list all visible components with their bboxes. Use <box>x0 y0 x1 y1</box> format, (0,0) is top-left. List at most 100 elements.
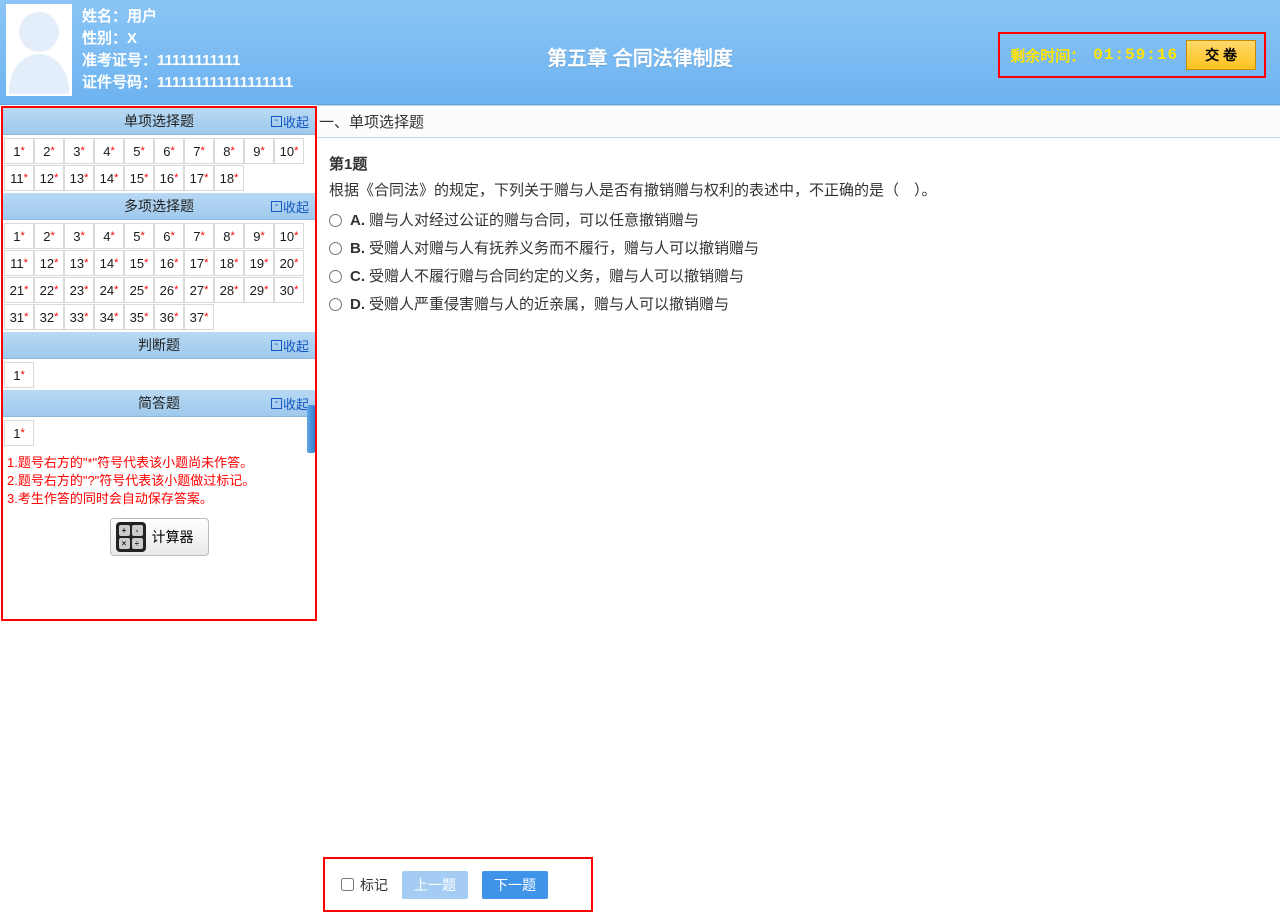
question-cell[interactable]: 14* <box>94 250 124 276</box>
question-cell[interactable]: 12* <box>34 250 64 276</box>
question-cell[interactable]: 7* <box>184 138 214 164</box>
calculator-label: 计算器 <box>152 527 194 547</box>
question-cell[interactable]: 1* <box>4 223 34 249</box>
qgrid-multi: 1*2*3*4*5*6*7*8*9*10*11*12*13*14*15*16*1… <box>3 220 315 332</box>
question-cell[interactable]: 25* <box>124 277 154 303</box>
question-cell[interactable]: 11* <box>4 165 34 191</box>
question-cell[interactable]: 3* <box>64 223 94 249</box>
ticket-value: 11111111111 <box>157 52 241 69</box>
question-cell[interactable]: 30* <box>274 277 304 303</box>
question-cell[interactable]: 22* <box>34 277 64 303</box>
question-cell[interactable]: 4* <box>94 138 124 164</box>
question-cell[interactable]: 10* <box>274 223 304 249</box>
question-cell[interactable]: 14* <box>94 165 124 191</box>
question-cell[interactable]: 1* <box>4 420 34 446</box>
question-cell[interactable]: 19* <box>244 250 274 276</box>
question-cell[interactable]: 9* <box>244 138 274 164</box>
next-button[interactable]: 下一题 <box>482 871 548 899</box>
option-radio[interactable] <box>329 298 342 311</box>
question-cell[interactable]: 6* <box>154 138 184 164</box>
question-cell[interactable]: 17* <box>184 165 214 191</box>
option-text: 受赠人不履行赠与合同约定的义务，赠与人可以撤销赠与 <box>369 268 744 285</box>
question-cell[interactable]: 5* <box>124 223 154 249</box>
question-cell[interactable]: 8* <box>214 223 244 249</box>
section-title-multi: 多项选择题 <box>124 196 194 216</box>
question-cell[interactable]: 32* <box>34 304 64 330</box>
question-cell[interactable]: 15* <box>124 165 154 191</box>
question-cell[interactable]: 15* <box>124 250 154 276</box>
collapse-short[interactable]: -收起 <box>271 394 309 413</box>
question-cell[interactable]: 29* <box>244 277 274 303</box>
option-radio[interactable] <box>329 270 342 283</box>
question-cell[interactable]: 12* <box>34 165 64 191</box>
mark-checkbox[interactable] <box>341 878 354 891</box>
section-head-judge: 判断题 -收起 <box>3 332 315 359</box>
question-cell[interactable]: 34* <box>94 304 124 330</box>
question-cell[interactable]: 4* <box>94 223 124 249</box>
collapse-multi[interactable]: -收起 <box>271 197 309 216</box>
question-cell[interactable]: 21* <box>4 277 34 303</box>
name-label: 姓名： <box>82 8 127 25</box>
question-cell[interactable]: 24* <box>94 277 124 303</box>
question-cell[interactable]: 2* <box>34 223 64 249</box>
option-text: 赠与人对经过公证的赠与合同，可以任意撤销赠与 <box>369 212 699 229</box>
question-cell[interactable]: 16* <box>154 165 184 191</box>
scrollbar-handle[interactable] <box>307 405 315 453</box>
question-cell[interactable]: 18* <box>214 250 244 276</box>
id-label: 证件号码： <box>82 74 157 91</box>
calculator-icon: +-×÷ <box>116 522 146 552</box>
question-nav-panel: 单项选择题 -收起 1*2*3*4*5*6*7*8*9*10*11*12*13*… <box>1 106 317 621</box>
question-cell[interactable]: 1* <box>4 362 34 388</box>
question-cell[interactable]: 7* <box>184 223 214 249</box>
question-cell[interactable]: 8* <box>214 138 244 164</box>
option-row[interactable]: A.赠与人对经过公证的赠与合同，可以任意撤销赠与 <box>329 208 1270 234</box>
option-letter: D. <box>350 296 365 313</box>
question-cell[interactable]: 26* <box>154 277 184 303</box>
name-value: 用户 <box>127 8 157 25</box>
option-radio[interactable] <box>329 242 342 255</box>
question-cell[interactable]: 5* <box>124 138 154 164</box>
options-list: A.赠与人对经过公证的赠与合同，可以任意撤销赠与B.受赠人对赠与人有抚养义务而不… <box>329 208 1270 318</box>
option-letter: A. <box>350 212 365 229</box>
mark-checkbox-wrap[interactable]: 标记 <box>341 875 388 895</box>
question-cell[interactable]: 31* <box>4 304 34 330</box>
question-cell[interactable]: 33* <box>64 304 94 330</box>
qgrid-short: 1* <box>3 417 315 448</box>
calculator-button[interactable]: +-×÷ 计算器 <box>110 518 209 556</box>
question-cell[interactable]: 16* <box>154 250 184 276</box>
question-cell[interactable]: 2* <box>34 138 64 164</box>
avatar-silhouette-icon <box>8 6 70 94</box>
question-cell[interactable]: 13* <box>64 165 94 191</box>
question-cell[interactable]: 3* <box>64 138 94 164</box>
question-cell[interactable]: 37* <box>184 304 214 330</box>
collapse-judge[interactable]: -收起 <box>271 336 309 355</box>
question-cell[interactable]: 20* <box>274 250 304 276</box>
question-cell[interactable]: 27* <box>184 277 214 303</box>
option-radio[interactable] <box>329 214 342 227</box>
question-number: 第1题 <box>329 152 1270 178</box>
question-cell[interactable]: 9* <box>244 223 274 249</box>
option-letter: B. <box>350 240 365 257</box>
section-title-short: 简答题 <box>138 393 180 413</box>
submit-button[interactable]: 交 卷 <box>1186 40 1256 70</box>
question-cell[interactable]: 6* <box>154 223 184 249</box>
question-cell[interactable]: 35* <box>124 304 154 330</box>
note-line: 2.题号右方的"?"符号代表该小题做过标记。 <box>7 472 311 490</box>
question-cell[interactable]: 36* <box>154 304 184 330</box>
question-cell[interactable]: 23* <box>64 277 94 303</box>
question-cell[interactable]: 1* <box>4 138 34 164</box>
question-stem: 根据《合同法》的规定，下列关于赠与人是否有撤销赠与权利的表述中，不正确的是（ ）… <box>329 178 1270 204</box>
question-cell[interactable]: 13* <box>64 250 94 276</box>
qgrid-single: 1*2*3*4*5*6*7*8*9*10*11*12*13*14*15*16*1… <box>3 135 315 193</box>
option-row[interactable]: B.受赠人对赠与人有抚养义务而不履行，赠与人可以撤销赠与 <box>329 236 1270 262</box>
prev-button[interactable]: 上一题 <box>402 871 468 899</box>
collapse-single[interactable]: -收起 <box>271 112 309 131</box>
timer-value: 01:59:16 <box>1093 46 1178 64</box>
question-cell[interactable]: 17* <box>184 250 214 276</box>
option-row[interactable]: C.受赠人不履行赠与合同约定的义务，赠与人可以撤销赠与 <box>329 264 1270 290</box>
question-cell[interactable]: 28* <box>214 277 244 303</box>
question-cell[interactable]: 11* <box>4 250 34 276</box>
question-cell[interactable]: 18* <box>214 165 244 191</box>
question-cell[interactable]: 10* <box>274 138 304 164</box>
option-row[interactable]: D.受赠人严重侵害赠与人的近亲属，赠与人可以撤销赠与 <box>329 292 1270 318</box>
